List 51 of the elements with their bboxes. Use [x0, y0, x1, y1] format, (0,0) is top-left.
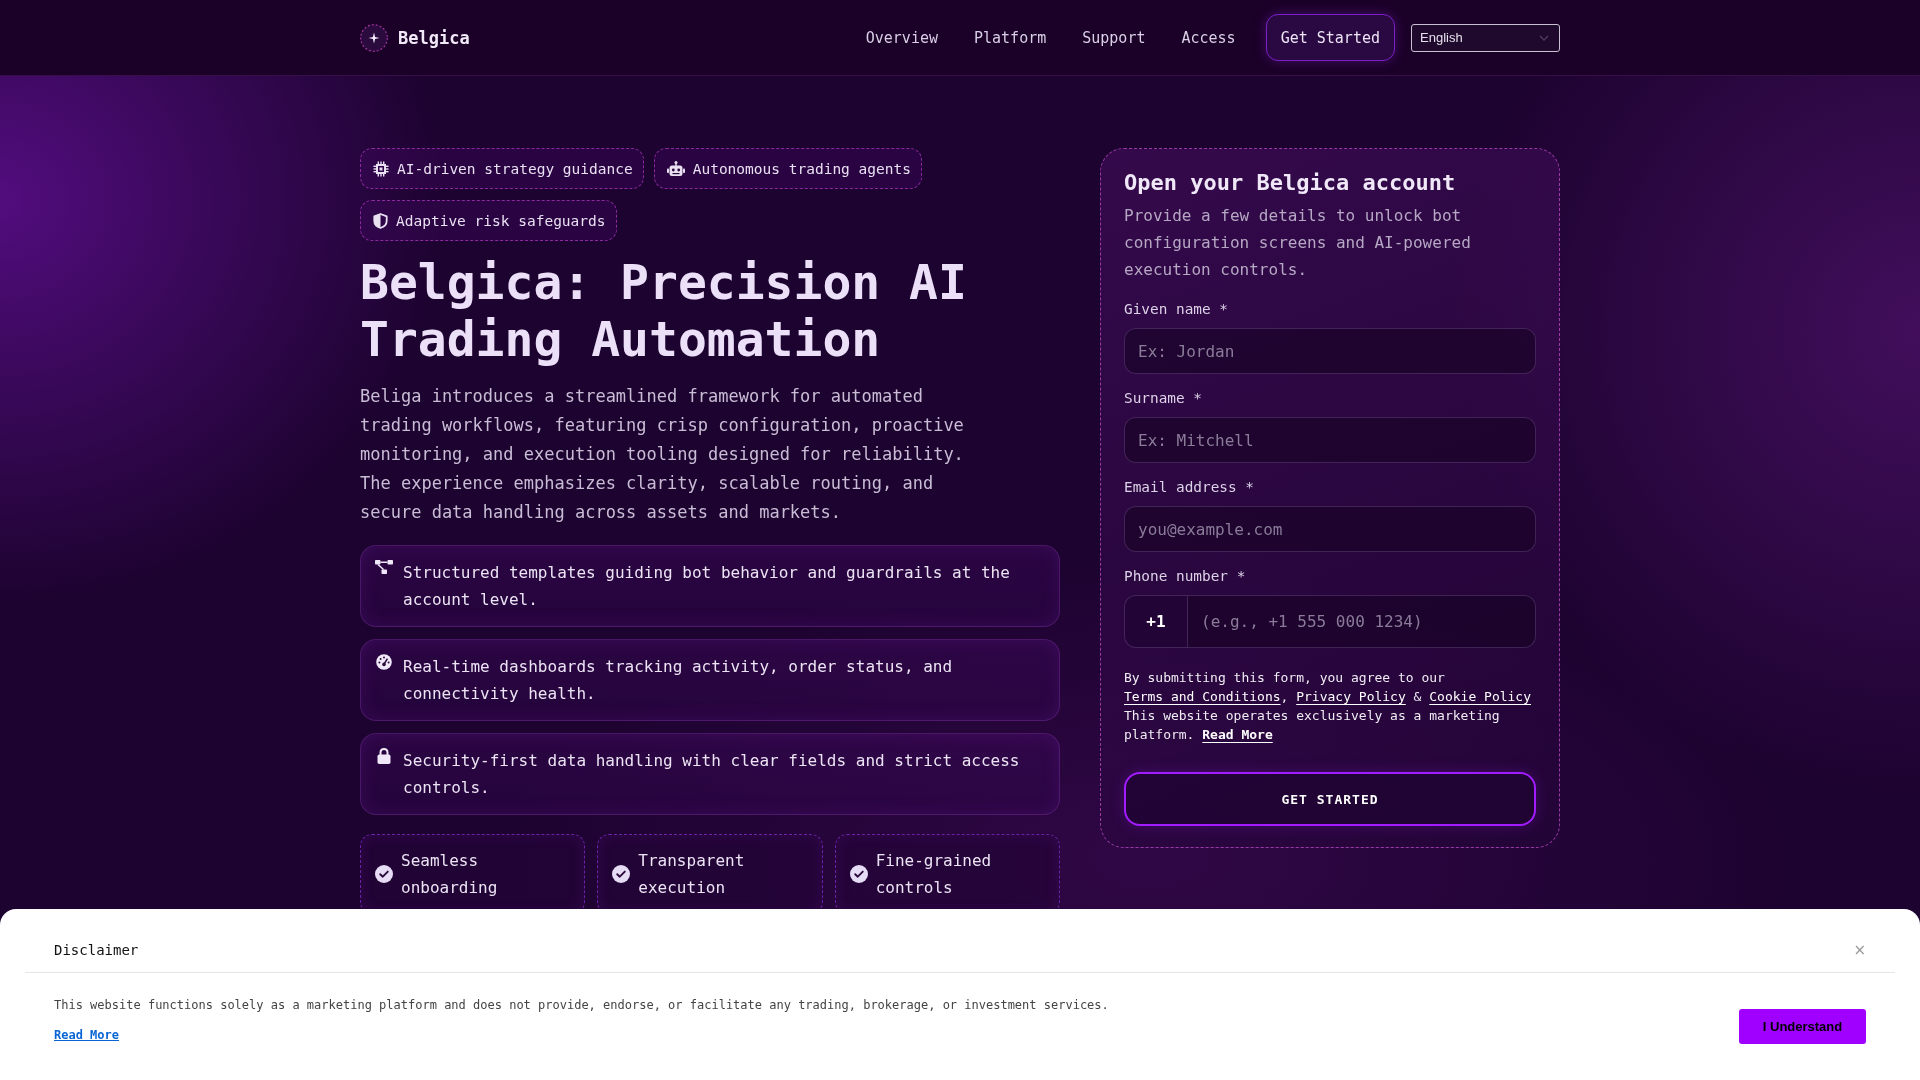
- understand-button[interactable]: I Understand: [1739, 1008, 1866, 1044]
- nav-link[interactable]: Overview: [865, 27, 938, 48]
- nav-link[interactable]: Access: [1181, 27, 1236, 48]
- check-circle-icon: [375, 865, 393, 883]
- phone-input[interactable]: (e.g., +1 555 000 1234): [1188, 595, 1536, 648]
- submit-button[interactable]: GET STARTED: [1124, 772, 1536, 826]
- feature-text: Real-time dashboards tracking activity, order status, and connectivity health.: [403, 656, 954, 705]
- nav-link[interactable]: Support: [1082, 27, 1146, 48]
- tag-label: Adaptive risk safeguards: [396, 212, 606, 229]
- highlight-label: Fine-grained controls: [875, 850, 993, 899]
- feature-text: Structured templates guiding bot behavior and guardrails at the account level.: [403, 562, 1011, 611]
- field-label: Phone number *: [1124, 567, 1247, 586]
- name-input[interactable]: Ex: Mitchell: [1124, 417, 1536, 463]
- legal-link[interactable]: Cookie Policy: [1429, 689, 1531, 704]
- language-select[interactable]: English: [1411, 23, 1560, 52]
- check-circle-icon: [612, 865, 631, 883]
- email-input[interactable]: you@example.com: [1124, 506, 1536, 552]
- field-label: Given name *: [1124, 300, 1229, 319]
- field-label: Surname *: [1124, 389, 1203, 408]
- name-input[interactable]: Ex: Jordan: [1124, 328, 1536, 374]
- check-circle-icon: [849, 865, 868, 883]
- hero-title: Belgica: Precision AI Trading Automation: [360, 254, 968, 368]
- chevron-icon: [1539, 34, 1549, 41]
- lock-icon: [375, 748, 393, 764]
- disclaimer-title: Disclaimer: [54, 941, 139, 960]
- sparkle-icon: [360, 23, 388, 52]
- nav-link[interactable]: Platform: [974, 27, 1047, 48]
- country-code: +1: [1124, 595, 1188, 648]
- feature-text: Security-first data handling with clear fields and strict access controls.: [403, 750, 1021, 799]
- field-label: Email address *: [1124, 478, 1255, 497]
- read-more-link[interactable]: Read More: [54, 1026, 120, 1044]
- highlight-label: Seamless onboarding: [401, 850, 499, 899]
- hero-description: Beliga introduces a streamlined framework for automated trading workflows, featuring crisp configuration, proactive monitoring, and execution tooling designed for reliability. The experience emphasizes clarity, scalable routing, and secure data handling across assets and markets.: [360, 385, 965, 524]
- notice-text: This website operates exclusively as a marketing platform. Read More: [1124, 707, 1501, 744]
- get-started-button[interactable]: Get Started: [1265, 14, 1395, 61]
- tag-label: AI-driven strategy guidance: [397, 160, 633, 177]
- read-more-link[interactable]: Read More: [1202, 727, 1273, 742]
- legal-link[interactable]: Privacy Policy: [1296, 689, 1406, 704]
- consent-text: By submitting this form, you agree to our Terms and Conditions, Privacy Policy & Cookie Policy: [1124, 669, 1532, 706]
- highlight-label: Transparent execution: [638, 850, 746, 899]
- disclaimer-text: This website functions solely as a marketing platform and does not provide, endorse, or facilitate any trading, brokerage, or investment services.: [54, 997, 1109, 1014]
- tag-label: Autonomous trading agents: [692, 160, 911, 177]
- nodes-icon: [375, 560, 393, 574]
- gauge-icon: [375, 654, 393, 670]
- chip-icon: [373, 160, 389, 177]
- brand-name: Belgica: [398, 27, 470, 48]
- form-description: Provide a few details to unlock bot configuration screens and AI-powered execution controls.: [1124, 205, 1472, 281]
- robot-icon: [666, 160, 685, 177]
- form-title: Open your Belgica account: [1124, 169, 1457, 197]
- shield-icon: [373, 212, 388, 229]
- legal-link[interactable]: Terms and Conditions: [1124, 689, 1281, 704]
